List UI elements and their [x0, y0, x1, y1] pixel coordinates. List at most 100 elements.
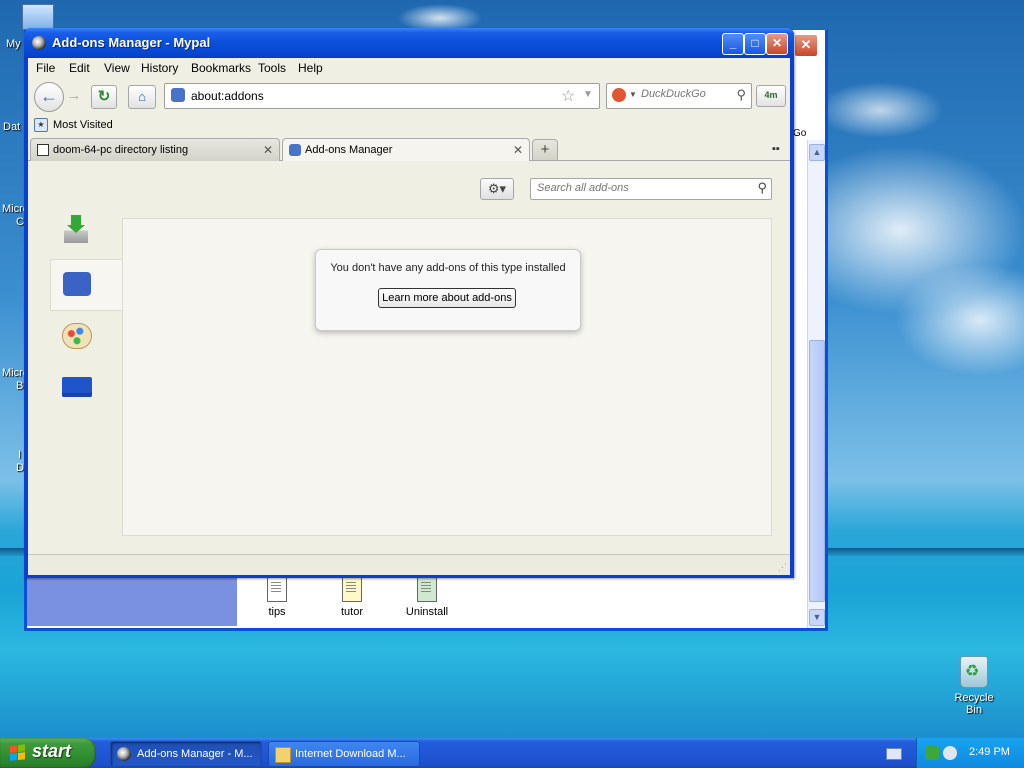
my-computer-icon[interactable] — [22, 4, 54, 30]
puzzle-icon — [289, 144, 301, 156]
duckduckgo-icon[interactable] — [612, 88, 626, 102]
maximize-button[interactable]: □ — [744, 33, 766, 55]
url-dropdown-icon[interactable]: ▼ — [583, 89, 593, 100]
file-label: tips — [268, 606, 286, 618]
search-input[interactable] — [641, 88, 727, 100]
browser-client: File Edit View History Bookmarks Tools H… — [28, 58, 790, 575]
addons-manager-content: ⚙▾ ⚲ — [28, 161, 790, 575]
scroll-down-button[interactable]: ▼ — [809, 609, 825, 626]
help-file-icon — [342, 576, 362, 602]
browser-icon — [32, 36, 46, 50]
download-manager-tray-icon[interactable] — [943, 746, 957, 760]
resize-grip-icon[interactable]: ⋰ — [778, 562, 787, 573]
tab-label: Add-ons Manager — [305, 144, 393, 156]
home-button[interactable]: ⌂ — [128, 85, 156, 109]
bookmark-star-icon[interactable]: ☆ — [561, 86, 575, 106]
menu-history[interactable]: History — [141, 61, 178, 75]
back-button[interactable]: ← — [34, 82, 64, 112]
menu-bookmarks[interactable]: Bookmarks — [191, 61, 251, 75]
file-uninstall[interactable]: Uninstall — [397, 576, 457, 618]
extension-button[interactable]: 4m — [756, 85, 786, 107]
browser-icon — [117, 747, 131, 761]
most-visited-icon: ★ — [34, 118, 48, 132]
new-tab-button[interactable]: + — [532, 139, 558, 161]
search-icon[interactable]: ⚲ — [736, 87, 746, 103]
background-close-button[interactable]: ✕ — [794, 34, 818, 57]
installer-icon — [417, 576, 437, 602]
bookmark-most-visited[interactable]: Most Visited — [53, 119, 113, 131]
addons-search-input[interactable] — [537, 182, 747, 194]
desktop-label-c: C — [16, 216, 24, 228]
status-bar: ⋰ — [28, 554, 790, 575]
tab-label: doom-64-pc directory listing — [53, 144, 189, 156]
text-file-icon — [267, 576, 287, 602]
recycle-bin-icon — [960, 656, 988, 688]
menu-edit[interactable]: Edit — [69, 61, 90, 75]
desktop-label-d: D — [16, 462, 24, 474]
category-extensions[interactable] — [50, 259, 123, 311]
url-bar[interactable]: ☆ ▼ — [164, 83, 600, 109]
tab-directory-listing[interactable]: doom-64-pc directory listing ✕ — [30, 138, 280, 161]
keyboard-icon[interactable] — [886, 748, 902, 760]
window-title: Add-ons Manager - Mypal — [52, 35, 211, 50]
task-label: Add-ons Manager - M... — [137, 748, 253, 760]
file-label: tutor — [340, 606, 363, 618]
empty-notice: You don't have any add-ons of this type … — [315, 249, 581, 331]
partial-text: Go — [793, 128, 807, 139]
clock[interactable]: 2:49 PM — [969, 746, 1010, 758]
menu-view[interactable]: View — [104, 61, 130, 75]
directory-icon — [37, 144, 49, 156]
task-internet-download-manager[interactable]: Internet Download M... — [268, 741, 420, 767]
tab-strip: doom-64-pc directory listing ✕ Add-ons M… — [28, 136, 790, 162]
start-button[interactable]: start — [0, 738, 96, 768]
menu-tools[interactable]: Tools — [258, 61, 286, 75]
desktop-label-b: B — [16, 380, 24, 392]
start-label: start — [32, 741, 72, 761]
search-icon[interactable]: ⚲ — [757, 180, 767, 196]
menu-help[interactable]: Help — [298, 61, 323, 75]
explorer-scrollbar[interactable]: ▲ ▼ — [807, 140, 825, 628]
network-icon[interactable] — [925, 746, 939, 760]
scroll-thumb[interactable] — [809, 340, 825, 602]
category-list — [28, 215, 123, 479]
addons-page-icon — [171, 88, 185, 102]
scroll-up-button[interactable]: ▲ — [809, 144, 825, 161]
tab-close-icon[interactable]: ✕ — [263, 143, 273, 157]
navigation-toolbar: ← → ↻ ⌂ ☆ ▼ ▼ ⚲ 4m — [28, 78, 790, 114]
addon-list-panel: You don't have any add-ons of this type … — [122, 218, 772, 536]
minimize-button[interactable]: _ — [722, 33, 744, 55]
recycle-bin-label: Recycle Bin — [954, 692, 994, 716]
close-button[interactable]: ✕ — [766, 33, 788, 55]
task-addons-manager[interactable]: Add-ons Manager - M... — [110, 741, 262, 767]
task-label: Internet Download M... — [295, 748, 406, 760]
file-label: Uninstall — [405, 606, 449, 618]
file-tutor[interactable]: tutor — [322, 576, 382, 618]
windows-flag-icon — [10, 744, 26, 762]
palette-icon — [62, 323, 92, 349]
tab-list-icon[interactable]: ▪▪ — [772, 143, 780, 155]
addons-search[interactable]: ⚲ — [530, 178, 772, 200]
category-appearance[interactable] — [50, 311, 120, 361]
forward-button[interactable]: → — [64, 87, 84, 105]
title-bar[interactable]: Add-ons Manager - Mypal _ □ ✕ — [24, 28, 794, 58]
menu-bar: File Edit View History Bookmarks Tools H… — [28, 58, 790, 78]
system-tray: 2:49 PM — [916, 738, 1024, 768]
tools-gear-button[interactable]: ⚙▾ — [480, 178, 514, 200]
folder-icon — [275, 747, 291, 763]
tab-addons-manager[interactable]: Add-ons Manager ✕ — [282, 138, 530, 162]
browser-window: Add-ons Manager - Mypal _ □ ✕ File Edit … — [24, 28, 794, 578]
menu-file[interactable]: File — [36, 61, 55, 75]
category-plugins[interactable] — [50, 363, 120, 413]
learn-more-button[interactable]: Learn more about add-ons — [378, 288, 516, 308]
file-tips[interactable]: tips — [247, 576, 307, 618]
recycle-bin[interactable]: Recycle Bin — [946, 656, 1002, 716]
category-get-addons[interactable] — [50, 209, 120, 259]
engine-dropdown-icon[interactable]: ▼ — [629, 90, 637, 99]
reload-button[interactable]: ↻ — [91, 85, 117, 109]
download-icon — [64, 215, 88, 243]
search-bar[interactable]: ▼ ⚲ — [606, 83, 752, 109]
desktop-label-dat: Dat — [3, 121, 21, 133]
desktop-label-i: I — [18, 449, 22, 461]
tab-close-icon[interactable]: ✕ — [513, 143, 523, 157]
url-input[interactable] — [191, 89, 551, 103]
